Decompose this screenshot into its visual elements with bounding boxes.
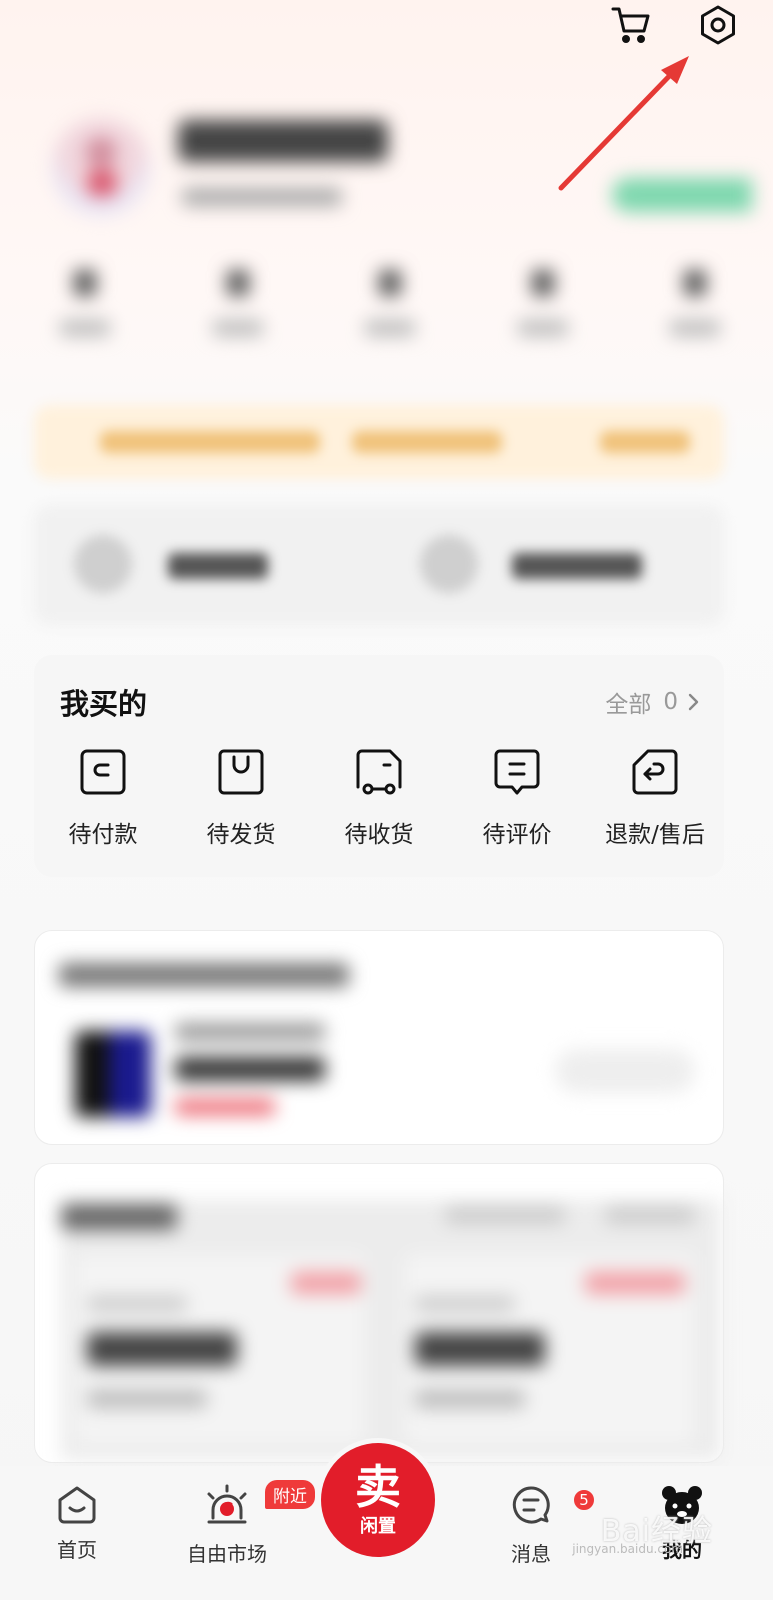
order-item-label: 待评价: [482, 822, 552, 848]
stats-row: [40, 270, 740, 336]
message-icon: [512, 1486, 550, 1524]
messages-icon-wrap: 5: [510, 1484, 596, 1530]
nav-market[interactable]: 附近 自由市场: [172, 1480, 315, 1567]
home-icon: [58, 1486, 96, 1524]
recent-item-content: [35, 931, 723, 1144]
cart-button[interactable]: [607, 0, 657, 50]
market-icon-wrap: 附近: [203, 1480, 315, 1530]
stat-item[interactable]: [650, 270, 740, 336]
nav-market-label: 自由市场: [187, 1542, 267, 1566]
top-toolbar: [607, 0, 743, 50]
my-purchases-card: 我买的 全部 0 待付款 待发货 待收货 待评价 退款/售后: [34, 655, 724, 877]
watermark-url: jingyan.baidu.com: [572, 1542, 683, 1556]
sell-button[interactable]: 卖 闲置: [321, 1443, 435, 1557]
order-pending-review[interactable]: 待评价: [448, 747, 586, 849]
nickname: [178, 120, 388, 162]
chevron-right-icon: [688, 693, 699, 711]
membership-badge[interactable]: [612, 178, 752, 212]
nav-messages[interactable]: 5 消息: [476, 1484, 596, 1567]
avatar[interactable]: [52, 118, 150, 216]
profile-subtitle: [182, 188, 342, 206]
settings-button[interactable]: [693, 0, 743, 50]
stat-item[interactable]: [40, 270, 130, 336]
order-pending-shipment[interactable]: 待发货: [172, 747, 310, 849]
nav-home-label: 首页: [57, 1538, 97, 1562]
nav-home[interactable]: 首页: [22, 1484, 132, 1563]
recent-item-card[interactable]: [34, 930, 724, 1145]
cart-icon: [611, 7, 650, 43]
all-orders-count: 0: [663, 689, 678, 715]
sell-button-main-label: 卖: [355, 1460, 401, 1514]
order-item-label: 待发货: [206, 822, 276, 848]
order-item-label: 待收货: [344, 822, 414, 848]
stat-item[interactable]: [193, 270, 283, 336]
order-pending-payment[interactable]: 待付款: [34, 747, 172, 849]
order-refund-aftersale[interactable]: 退款/售后: [586, 747, 724, 849]
wallet-card: [34, 505, 724, 625]
order-pending-receipt[interactable]: 待收货: [310, 747, 448, 849]
messages-badge: 5: [572, 1488, 596, 1512]
order-item-label: 待付款: [68, 822, 138, 848]
nearby-badge: 附近: [265, 1480, 315, 1509]
market-siren-icon: [207, 1484, 247, 1524]
stat-item[interactable]: [498, 270, 588, 336]
all-orders-label: 全部: [605, 692, 652, 718]
order-item-label: 退款/售后: [605, 822, 705, 848]
sell-button-sub-label: 闲置: [360, 1516, 396, 1537]
purchases-title: 我买的: [60, 687, 148, 721]
promo-banner[interactable]: [34, 405, 724, 479]
recommendation-content: [35, 1164, 723, 1462]
profile-page: 我买的 全部 0 待付款 待发货 待收货 待评价 退款/售后 首页 附近 自由市…: [0, 0, 773, 1600]
settings-icon: [701, 5, 735, 45]
stat-item[interactable]: [345, 270, 435, 336]
review-icon: [494, 749, 540, 795]
profile-header[interactable]: [52, 118, 752, 228]
wallet-icon: [80, 749, 126, 795]
recommendation-card[interactable]: [34, 1163, 724, 1463]
nav-messages-label: 消息: [511, 1542, 551, 1566]
refund-icon: [632, 749, 678, 795]
truck-icon: [356, 749, 402, 795]
box-icon: [218, 749, 264, 795]
order-status-row: 待付款 待发货 待收货 待评价 退款/售后: [34, 747, 724, 849]
all-orders-link[interactable]: 全部 0: [605, 685, 700, 719]
